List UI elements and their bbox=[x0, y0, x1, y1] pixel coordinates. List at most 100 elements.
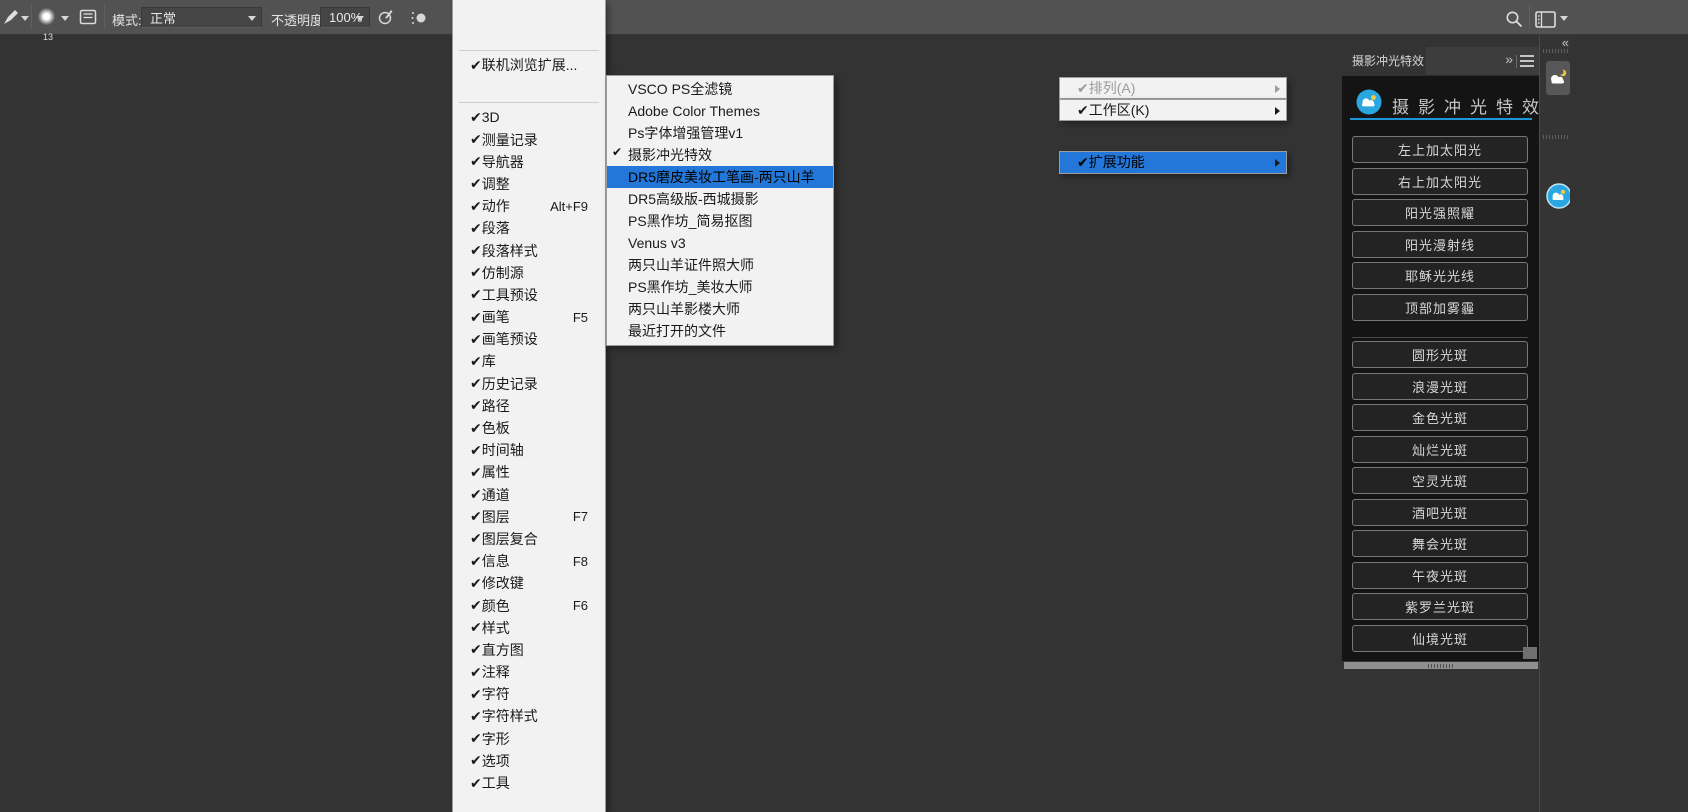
effect-button[interactable]: 灿烂光斑 bbox=[1352, 436, 1528, 463]
check-icon: ✔ bbox=[470, 353, 482, 370]
menu-item[interactable]: ✔ DR5磨皮美妆工笔画-两只山羊 bbox=[607, 166, 833, 188]
menu-item[interactable]: ✔ 摄影冲光特效 bbox=[607, 144, 833, 166]
effect-button[interactable]: 顶部加雾霾 bbox=[1352, 294, 1528, 321]
menu-item[interactable]: ✔ 工作区(K) bbox=[1059, 99, 1287, 121]
menu-item[interactable]: ✔ DR5高级版-西城摄影 bbox=[607, 188, 833, 210]
menu-item[interactable]: ✔ 路径 bbox=[453, 395, 605, 417]
dock-panel-cloud-button[interactable] bbox=[1546, 61, 1570, 95]
check-icon: ✔ bbox=[470, 575, 482, 592]
workspace-switcher-button[interactable] bbox=[1535, 11, 1556, 31]
effect-button[interactable]: 金色光斑 bbox=[1352, 404, 1528, 431]
menu-item[interactable]: ✔ 库 bbox=[453, 350, 605, 372]
effect-button[interactable]: 阳光漫射线 bbox=[1352, 231, 1528, 258]
menu-item[interactable]: ✔ 直方图 bbox=[453, 639, 605, 661]
effect-button[interactable]: 空灵光斑 bbox=[1352, 467, 1528, 494]
menu-item[interactable]: ✔ VSCO PS全滤镜 bbox=[607, 78, 833, 100]
check-icon: ✔ bbox=[470, 619, 482, 636]
menu-item[interactable]: ✔ 字符 bbox=[453, 683, 605, 705]
panel-overflow-icon[interactable]: » bbox=[1505, 51, 1511, 67]
menu-item[interactable]: ✔ 最近打开的文件 bbox=[607, 320, 833, 342]
pressure-opacity-button[interactable] bbox=[376, 8, 395, 30]
opacity-dropdown[interactable]: 100% bbox=[320, 7, 370, 28]
menu-item[interactable]: ✔ 画笔 F5 bbox=[453, 306, 605, 328]
menu-item[interactable]: ✔ 样式 bbox=[453, 617, 605, 639]
airbrush-button[interactable] bbox=[410, 8, 429, 30]
menu-item[interactable]: ✔ 属性 bbox=[453, 461, 605, 483]
menu-item[interactable]: ✔ 扩展功能 bbox=[1059, 151, 1287, 173]
menu-item[interactable]: ✔ 仿制源 bbox=[453, 262, 605, 284]
menu-item[interactable]: ✔ Ps字体增强管理v1 bbox=[607, 122, 833, 144]
menu-item[interactable]: ✔ 导航器 bbox=[453, 151, 605, 173]
tab-photo-light-fx[interactable]: 摄影冲光特效 bbox=[1342, 47, 1426, 76]
submenu-arrow-icon bbox=[1271, 157, 1281, 167]
effect-button[interactable]: 右上加太阳光 bbox=[1352, 168, 1528, 195]
dock-panel-plugin-button[interactable] bbox=[1546, 179, 1570, 213]
menu-item[interactable]: ✔ 段落 bbox=[453, 217, 605, 239]
effect-button[interactable]: 左上加太阳光 bbox=[1352, 136, 1528, 163]
menu-item[interactable]: ✔ 字形 bbox=[453, 728, 605, 750]
scrollbar-thumb[interactable] bbox=[1523, 647, 1537, 659]
menu-item[interactable]: ✔ 段落样式 bbox=[453, 239, 605, 261]
menu-item[interactable]: ✔ 两只山羊影楼大师 bbox=[607, 298, 833, 320]
check-icon: ✔ bbox=[470, 198, 482, 215]
menu-item[interactable]: ✔ 图层 F7 bbox=[453, 506, 605, 528]
dock-grip[interactable] bbox=[1543, 135, 1568, 139]
panel-menu-icon[interactable] bbox=[1520, 55, 1534, 67]
toggle-brush-panel-button[interactable] bbox=[78, 7, 98, 30]
menu-item[interactable]: ✔ 注释 bbox=[453, 661, 605, 683]
chevron-down-icon[interactable] bbox=[21, 16, 29, 21]
tool-preset-picker[interactable] bbox=[2, 8, 20, 31]
menu-item[interactable]: ✔ 历史记录 bbox=[453, 373, 605, 395]
menu-shortcut: Alt+F9 bbox=[550, 199, 590, 214]
menu-item[interactable]: ✔ 信息 F8 bbox=[453, 550, 605, 572]
menu-item[interactable]: ✔ 画笔预设 bbox=[453, 328, 605, 350]
menu-item[interactable]: ✔ 排列(A) bbox=[1059, 77, 1287, 99]
effect-button[interactable]: 酒吧光斑 bbox=[1352, 499, 1528, 526]
menu-item[interactable]: ✔ 工具 bbox=[453, 772, 605, 794]
effect-button[interactable]: 阳光强照耀 bbox=[1352, 199, 1528, 226]
photo-light-fx-panel: 摄影冲光特效 左上加太阳光 右上加太阳光 阳光强照耀 阳光漫射线 耶稣光光线 顶… bbox=[1342, 76, 1539, 661]
menu-item[interactable]: ✔ 色板 bbox=[453, 417, 605, 439]
menu-item[interactable]: ✔ 动作 Alt+F9 bbox=[453, 195, 605, 217]
menu-item[interactable]: ✔ 图层复合 bbox=[453, 528, 605, 550]
menu-item[interactable]: ✔ Adobe Color Themes bbox=[607, 100, 833, 122]
effect-button[interactable]: 仙境光斑 bbox=[1352, 625, 1528, 652]
effects-group-bokeh: 圆形光斑 浪漫光斑 金色光斑 灿烂光斑 空灵光斑 酒吧光斑 舞会光斑 午夜光斑 … bbox=[1352, 341, 1528, 656]
chevron-down-icon[interactable] bbox=[61, 16, 69, 21]
menu-item[interactable]: ✔ 工具预设 bbox=[453, 284, 605, 306]
check-icon: ✔ bbox=[470, 109, 482, 126]
effect-button[interactable]: 圆形光斑 bbox=[1352, 341, 1528, 368]
menu-item[interactable]: ✔ 颜色 F6 bbox=[453, 594, 605, 616]
blend-mode-dropdown[interactable]: 正常 bbox=[141, 7, 262, 28]
search-button[interactable] bbox=[1505, 10, 1524, 32]
chevron-down-icon[interactable] bbox=[1560, 16, 1568, 21]
effect-button[interactable]: 耶稣光光线 bbox=[1352, 262, 1528, 289]
effect-button[interactable]: 舞会光斑 bbox=[1352, 530, 1528, 557]
menu-item[interactable]: ✔ 联机浏览扩展... bbox=[453, 54, 605, 76]
check-icon: ✔ bbox=[470, 752, 482, 769]
menu-item[interactable]: ✔ Venus v3 bbox=[607, 232, 833, 254]
menu-item[interactable]: ✔ 调整 bbox=[453, 173, 605, 195]
menu-item[interactable]: ✔ PS黑作坊_美妆大师 bbox=[607, 276, 833, 298]
menu-item[interactable]: ✔ 字符样式 bbox=[453, 705, 605, 727]
check-icon: ✔ bbox=[470, 708, 482, 725]
menu-item[interactable]: ✔ PS黑作坊_简易抠图 bbox=[607, 210, 833, 232]
airbrush-icon bbox=[410, 8, 429, 27]
effect-button[interactable]: 午夜光斑 bbox=[1352, 562, 1528, 589]
check-icon: ✔ bbox=[470, 220, 482, 237]
menu-item[interactable]: ✔ 时间轴 bbox=[453, 439, 605, 461]
effect-button[interactable]: 紫罗兰光斑 bbox=[1352, 593, 1528, 620]
menu-item[interactable]: ✔ 3D bbox=[453, 106, 605, 128]
panel-resize-gutter[interactable] bbox=[1344, 662, 1538, 669]
menu-item[interactable]: ✔ 两只山羊证件照大师 bbox=[607, 254, 833, 276]
brush-preset-picker[interactable]: 13 bbox=[38, 8, 55, 25]
menu-item[interactable]: ✔ 通道 bbox=[453, 484, 605, 506]
expand-panels-icon[interactable]: « bbox=[1562, 35, 1568, 50]
menu-item[interactable]: ✔ 选项 bbox=[453, 750, 605, 772]
dock-grip[interactable] bbox=[1543, 49, 1568, 53]
divider bbox=[1516, 55, 1517, 68]
menu-item[interactable]: ✔ 测量记录 bbox=[453, 129, 605, 151]
menu-item[interactable]: ✔ 修改键 bbox=[453, 572, 605, 594]
effect-button[interactable]: 浪漫光斑 bbox=[1352, 373, 1528, 400]
check-icon: ✔ bbox=[1077, 80, 1089, 97]
